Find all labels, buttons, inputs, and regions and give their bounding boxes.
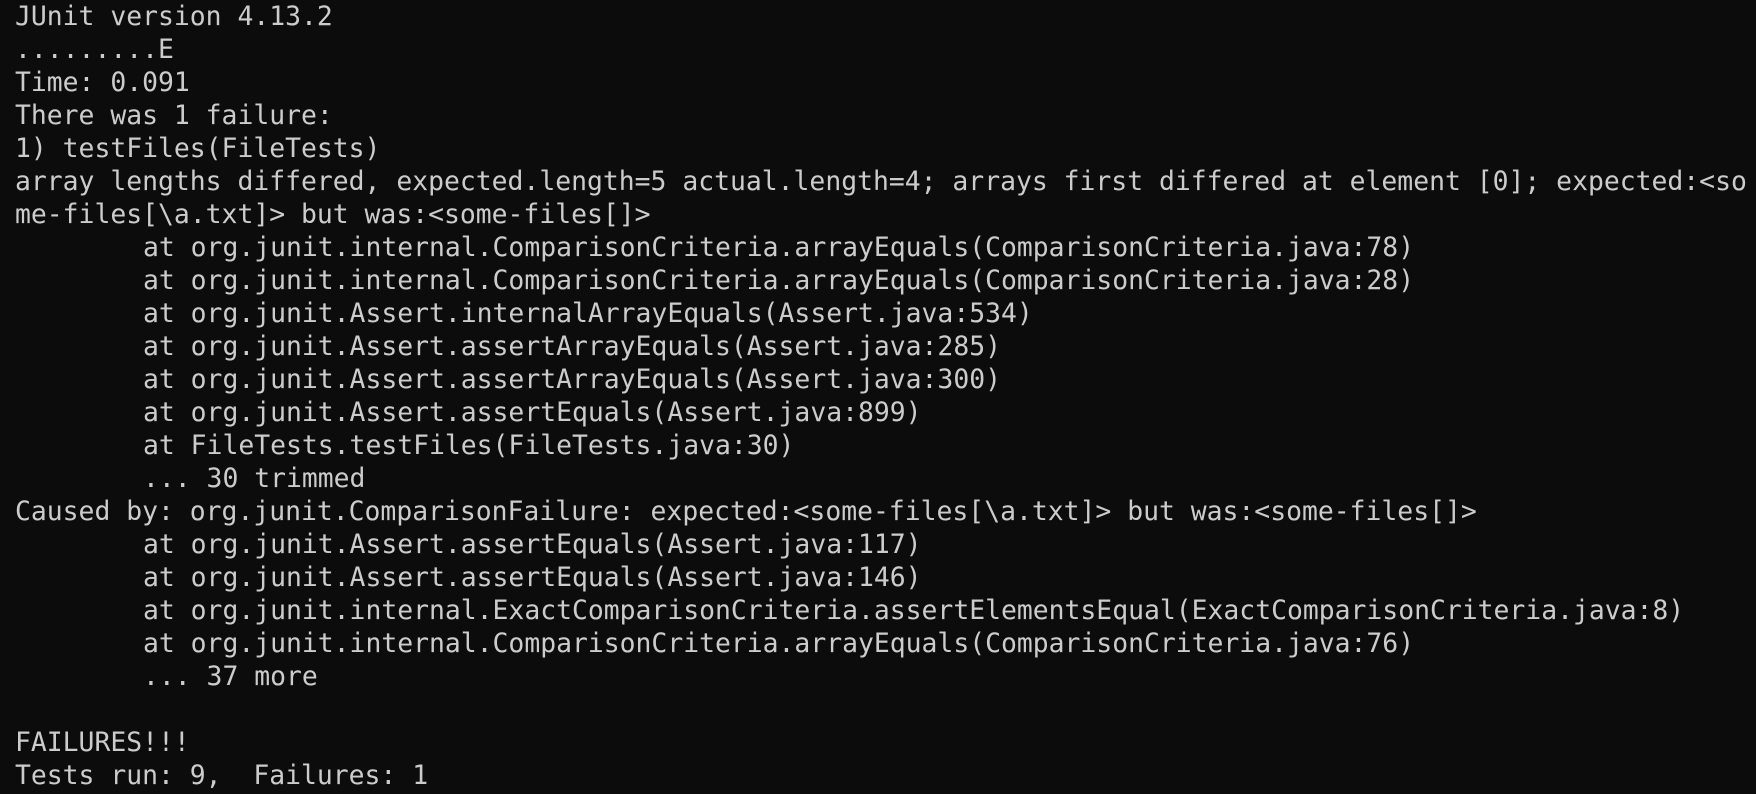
stack-trace-line: at org.junit.Assert.internalArrayEquals(… [143,298,1033,329]
stack-trace-line: at org.junit.internal.ExactComparisonCri… [143,595,1685,626]
stack-trace-line: at org.junit.Assert.assertEquals(Assert.… [143,397,922,428]
time-line: Time: 0.091 [15,67,190,98]
stack-trace-line: at FileTests.testFiles(FileTests.java:30… [143,430,795,461]
terminal-output[interactable]: JUnit version 4.13.2 .........E Time: 0.… [0,0,1756,794]
stack-trace-line: at org.junit.Assert.assertEquals(Assert.… [143,562,922,593]
failures-banner-line: FAILURES!!! [15,727,190,758]
stack-trace-more-line: ... 37 more [143,661,318,692]
stack-trace-line: at org.junit.internal.ComparisonCriteria… [143,265,1415,296]
stack-trace-trimmed-line: ... 30 trimmed [143,463,366,494]
stack-trace-line: at org.junit.internal.ComparisonCriteria… [143,232,1415,263]
junit-version-line: JUnit version 4.13.2 [15,1,333,32]
failure-count-line: There was 1 failure: [15,100,333,131]
caused-by-line: Caused by: org.junit.ComparisonFailure: … [15,496,1477,527]
failure-message-line: array lengths differed, expected.length=… [15,166,1747,230]
stack-trace-line: at org.junit.Assert.assertArrayEquals(As… [143,331,1001,362]
failure-title-line: 1) testFiles(FileTests) [15,133,381,164]
stack-trace-line: at org.junit.Assert.assertEquals(Assert.… [143,529,922,560]
tests-run-summary-line: Tests run: 9, Failures: 1 [15,760,429,791]
stack-trace-line: at org.junit.internal.ComparisonCriteria… [143,628,1415,659]
stack-trace-line: at org.junit.Assert.assertArrayEquals(As… [143,364,1001,395]
test-progress-line: .........E [15,34,174,65]
